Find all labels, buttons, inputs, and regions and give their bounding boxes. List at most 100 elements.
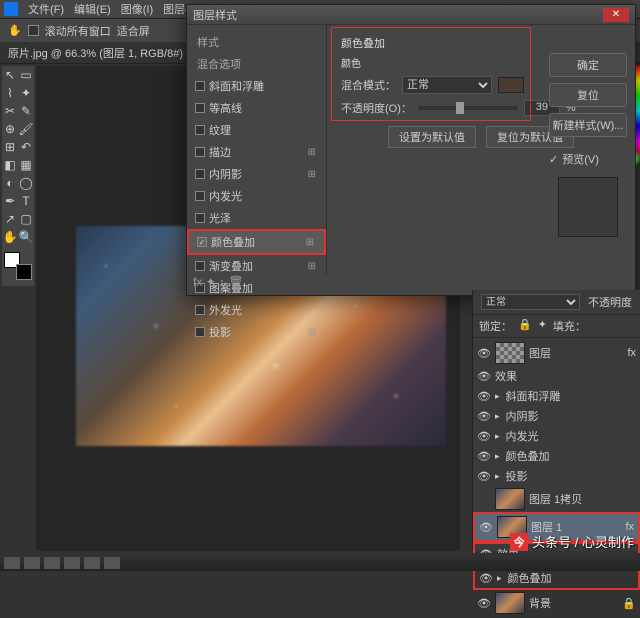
fx-inner-shadow[interactable]: 👁▸内阴影 xyxy=(473,406,640,426)
taskbar-icon[interactable] xyxy=(84,557,100,569)
menu-edit[interactable]: 编辑(E) xyxy=(70,1,115,17)
shape-tool-icon[interactable]: ▢ xyxy=(18,210,34,228)
eye-icon[interactable]: 👁 xyxy=(477,597,491,610)
menu-image[interactable]: 图像(I) xyxy=(117,1,157,17)
checkbox-icon[interactable] xyxy=(195,261,205,271)
layer-thumb[interactable] xyxy=(495,342,525,364)
layers-panel: 正常 不透明度 锁定： 🔒 ✦ 填充： 👁图层fx 👁效果 👁▸斜面和浮雕 👁▸… xyxy=(472,290,640,551)
checkbox-icon[interactable] xyxy=(195,327,205,337)
layer-thumb[interactable] xyxy=(495,592,525,614)
eye-icon[interactable]: 👁 xyxy=(477,450,491,463)
path-tool-icon[interactable]: ↗ xyxy=(2,210,18,228)
eye-icon[interactable]: 👁 xyxy=(477,470,491,483)
styles-header[interactable]: 样式 xyxy=(187,31,326,53)
lasso-tool-icon[interactable]: ⌇ xyxy=(2,84,18,102)
blend-mode-dropdown[interactable]: 正常 xyxy=(481,294,580,310)
checkbox-icon[interactable] xyxy=(195,147,205,157)
plus-icon[interactable]: ⊞ xyxy=(308,147,316,158)
plus-icon[interactable]: ⊞ xyxy=(308,327,316,338)
eye-icon[interactable]: 👁 xyxy=(479,572,493,585)
style-contour[interactable]: 等高线 xyxy=(187,97,326,119)
layer-row[interactable]: 👁图层fx xyxy=(473,340,640,366)
scroll-all-checkbox[interactable] xyxy=(28,25,39,36)
layer-thumb[interactable] xyxy=(495,488,525,510)
checkbox-icon[interactable] xyxy=(195,191,205,201)
eye-icon[interactable]: 👁 xyxy=(477,370,491,383)
taskbar-icon[interactable] xyxy=(24,557,40,569)
style-color-overlay[interactable]: ✓颜色叠加⊞ xyxy=(187,229,326,255)
brush-tool-icon[interactable]: 🖌 xyxy=(18,120,34,138)
plus-icon[interactable]: ⊞ xyxy=(308,169,316,180)
fx-effects[interactable]: 👁效果 xyxy=(473,366,640,386)
close-icon[interactable]: ✕ xyxy=(603,8,629,22)
blur-tool-icon[interactable]: ◐ xyxy=(2,174,18,192)
fx-drop-shadow[interactable]: 👁▸投影 xyxy=(473,466,640,486)
crop-tool-icon[interactable]: ✂ xyxy=(2,102,18,120)
gradient-tool-icon[interactable]: ▦ xyxy=(18,156,34,174)
eraser-tool-icon[interactable]: ◧ xyxy=(2,156,18,174)
stamp-tool-icon[interactable]: ⊞ xyxy=(2,138,18,156)
eye-icon[interactable]: 👁 xyxy=(477,390,491,403)
plus-icon[interactable]: ⊞ xyxy=(306,237,314,248)
set-default-button[interactable]: 设置为默认值 xyxy=(388,126,476,148)
wand-tool-icon[interactable]: ✦ xyxy=(18,84,34,102)
style-stroke[interactable]: 描边⊞ xyxy=(187,141,326,163)
type-tool-icon[interactable]: T xyxy=(18,192,34,210)
eye-icon[interactable]: 👁 xyxy=(479,521,493,534)
style-drop-shadow[interactable]: 投影⊞ xyxy=(187,321,326,343)
style-bevel[interactable]: 斜面和浮雕 xyxy=(187,75,326,97)
checkbox-icon[interactable] xyxy=(195,81,205,91)
ok-button[interactable]: 确定 xyxy=(549,53,627,77)
eye-icon[interactable]: 👁 xyxy=(477,430,491,443)
preview-label: 预览(V) xyxy=(562,151,599,167)
fx-bevel[interactable]: 👁▸斜面和浮雕 xyxy=(473,386,640,406)
style-gradient-overlay[interactable]: 渐变叠加⊞ xyxy=(187,255,326,277)
dialog-titlebar[interactable]: 图层样式 ✕ xyxy=(187,5,635,25)
dodge-tool-icon[interactable]: ◯ xyxy=(18,174,34,192)
slider-thumb-icon[interactable] xyxy=(456,102,464,114)
style-outer-glow[interactable]: 外发光 xyxy=(187,299,326,321)
pen-tool-icon[interactable]: ✒ xyxy=(2,192,18,210)
eyedrop-tool-icon[interactable]: ✎ xyxy=(18,102,34,120)
lock-icon[interactable]: 🔒 xyxy=(518,318,532,334)
color-swatches[interactable] xyxy=(4,252,32,280)
opacity-slider[interactable] xyxy=(418,106,518,110)
checkbox-icon[interactable] xyxy=(195,213,205,223)
marquee-tool-icon[interactable]: ▭ xyxy=(18,66,34,84)
move-tool-icon[interactable]: ↖ xyxy=(2,66,18,84)
style-inner-glow[interactable]: 内发光 xyxy=(187,185,326,207)
scroll-all-label: 滚动所有窗口 xyxy=(45,23,111,39)
taskbar-icon[interactable] xyxy=(44,557,60,569)
checkbox-icon[interactable] xyxy=(195,169,205,179)
cancel-button[interactable]: 复位 xyxy=(549,83,627,107)
fit-screen-button[interactable]: 适合屏 xyxy=(117,23,150,39)
checkbox-icon[interactable] xyxy=(195,103,205,113)
style-texture[interactable]: 纹理 xyxy=(187,119,326,141)
fx-color-overlay[interactable]: 👁▸颜色叠加 xyxy=(473,446,640,466)
new-style-button[interactable]: 新建样式(W)... xyxy=(549,113,627,137)
fx-inner-glow[interactable]: 👁▸内发光 xyxy=(473,426,640,446)
fx-badge[interactable]: fx xyxy=(627,347,636,359)
plus-icon[interactable]: ⊞ xyxy=(308,261,316,272)
preview-checkbox[interactable]: ✓ xyxy=(549,153,558,166)
taskbar-icon[interactable] xyxy=(64,557,80,569)
style-inner-shadow[interactable]: 内阴影⊞ xyxy=(187,163,326,185)
layer-row[interactable]: 图层 1拷贝 xyxy=(473,486,640,512)
history-tool-icon[interactable]: ↶ xyxy=(18,138,34,156)
taskbar-icon[interactable] xyxy=(4,557,20,569)
heal-tool-icon[interactable]: ⊕ xyxy=(2,120,18,138)
taskbar-icon[interactable] xyxy=(104,557,120,569)
blend-options[interactable]: 混合选项 xyxy=(187,53,326,75)
background-swatch[interactable] xyxy=(16,264,32,280)
checkbox-icon[interactable]: ✓ xyxy=(197,237,207,247)
eye-icon[interactable]: 👁 xyxy=(477,410,491,423)
checkbox-icon[interactable] xyxy=(195,305,205,315)
lock-icon[interactable]: ✦ xyxy=(538,318,547,334)
style-satin[interactable]: 光泽 xyxy=(187,207,326,229)
zoom-tool-icon[interactable]: 🔍 xyxy=(18,228,34,246)
checkbox-icon[interactable] xyxy=(195,125,205,135)
eye-icon[interactable]: 👁 xyxy=(477,347,491,360)
layer-row-bg[interactable]: 👁背景🔒 xyxy=(473,590,640,616)
hand-tool-icon[interactable]: ✋ xyxy=(2,228,18,246)
menu-file[interactable]: 文件(F) xyxy=(24,1,68,17)
